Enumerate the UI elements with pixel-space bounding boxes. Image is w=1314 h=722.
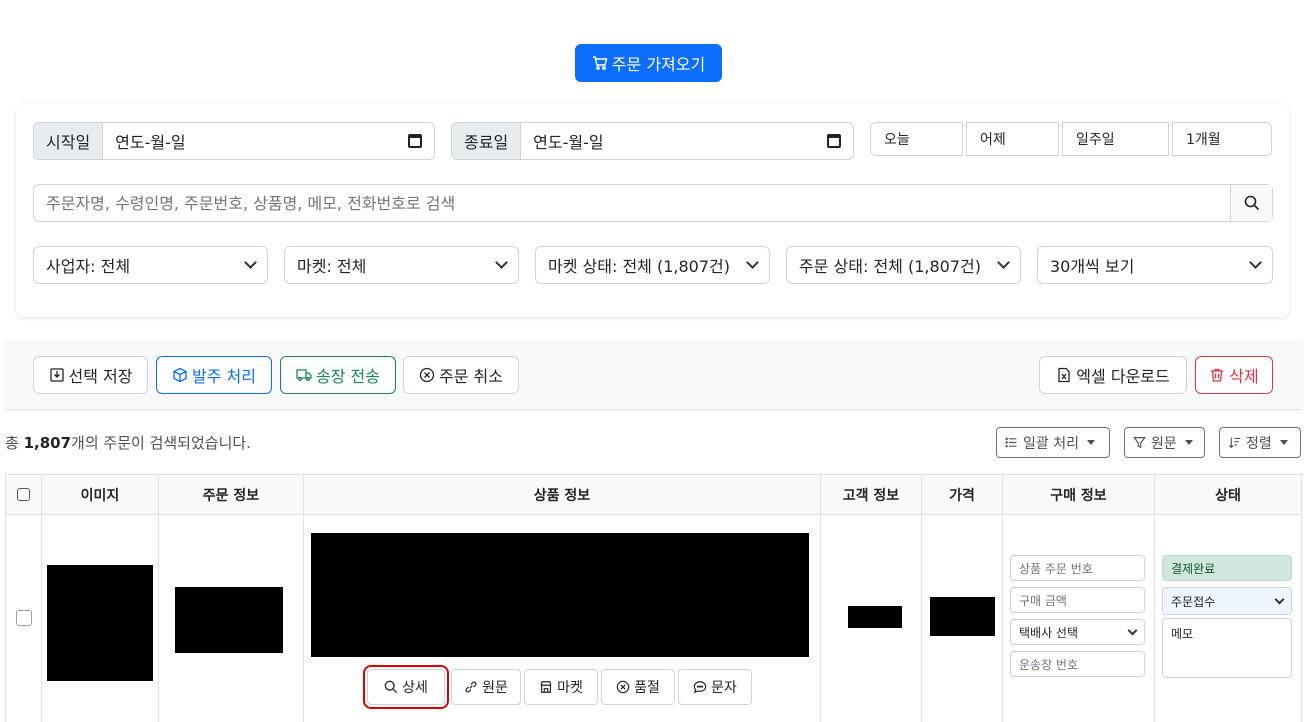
fetch-orders-label: 주문 가져오기 [611,55,706,74]
courier-select[interactable]: 택배사 선택 [1010,619,1145,645]
source-link-button[interactable]: 원문 [451,669,521,705]
start-date-label: 시작일 [34,123,104,159]
col-status: 상태 [1154,474,1302,515]
process-order-button[interactable]: 발주 처리 [156,356,272,394]
price-redacted [930,597,995,636]
download-save-icon [49,368,64,382]
calendar-icon[interactable] [827,134,841,148]
sort-icon [1228,437,1241,449]
caret-down-icon [1086,440,1095,445]
chevron-down-icon [746,256,759,269]
col-price: 가격 [921,474,1003,515]
caret-down-icon [1184,440,1193,445]
end-date-group: 종료일 연도-월-일 [451,122,854,160]
chevron-down-icon [1127,625,1138,635]
col-purchase-info: 구매 정보 [1002,474,1155,515]
truck-icon [296,369,312,382]
search-bar [33,184,1273,222]
excel-download-button[interactable]: 엑셀 다운로드 [1039,356,1187,394]
shop-icon [540,681,552,693]
end-date-input[interactable]: 연도-월-일 [521,123,853,159]
delete-button[interactable]: 삭제 [1195,356,1273,394]
caret-down-icon [1279,440,1288,445]
list-icon [1005,437,1017,448]
product-info-redacted [311,533,809,657]
x-circle-icon [419,367,435,383]
business-select[interactable]: 사업자: 전체 [33,246,268,284]
market-button[interactable]: 마켓 [524,669,598,705]
end-date-label: 종료일 [452,123,522,159]
chat-icon [693,681,707,694]
col-image: 이미지 [41,474,159,515]
purchase-amount-input[interactable]: 구매 금액 [1010,587,1145,613]
order-status-select[interactable]: 주문접수 [1162,587,1292,615]
search-icon [1244,195,1259,211]
chevron-down-icon [997,256,1010,269]
col-customer-info: 고객 정보 [820,474,922,515]
excel-file-icon [1058,367,1070,383]
chevron-down-icon [1249,256,1262,269]
payment-status-badge: 결제완료 [1162,555,1292,581]
cancel-order-button[interactable]: 주문 취소 [403,356,519,394]
bulk-action-dropdown[interactable]: 일괄 처리 [996,427,1110,458]
product-order-number-input[interactable]: 상품 주문 번호 [1010,555,1145,581]
select-all-checkbox[interactable] [17,488,30,501]
save-selected-button[interactable]: 선택 저장 [33,356,148,394]
sms-button[interactable]: 문자 [678,669,752,705]
box-icon [173,367,187,383]
cart-icon [592,56,608,70]
customer-info-redacted [848,606,902,628]
chevron-down-icon [244,256,257,269]
memo-textarea[interactable]: 메모 [1162,618,1292,678]
row-select-cell [5,514,42,722]
quick-month-button[interactable]: 1개월 [1172,122,1272,156]
row-checkbox[interactable] [15,609,32,626]
col-order-info: 주문 정보 [158,474,304,515]
start-date-group: 시작일 연도-월-일 [33,122,435,160]
sold-out-button[interactable]: 품절 [601,669,675,705]
link-icon [465,681,477,693]
page-size-select[interactable]: 30개씩 보기 [1037,246,1273,284]
col-product-info: 상품 정보 [303,474,821,515]
tracking-number-input[interactable]: 운송장 번호 [1010,651,1145,677]
chevron-down-icon [495,256,508,269]
product-image-redacted [47,565,153,681]
order-info-redacted [175,587,283,653]
quick-today-button[interactable]: 오늘 [870,122,963,156]
search-icon [384,680,398,694]
table-header-row: 이미지 주문 정보 상품 정보 고객 정보 가격 구매 정보 상태 [5,474,1302,515]
filter-icon [1133,437,1146,449]
order-status-select[interactable]: 주문 상태: 전체 (1,807건) [786,246,1021,284]
quick-week-button[interactable]: 일주일 [1062,122,1169,156]
market-select[interactable]: 마켓: 전체 [284,246,519,284]
market-status-select[interactable]: 마켓 상태: 전체 (1,807건) [535,246,770,284]
detail-button[interactable]: 상세 [363,665,449,709]
search-button[interactable] [1230,185,1272,221]
start-date-input[interactable]: 연도-월-일 [103,123,434,159]
fetch-orders-button[interactable]: 주문 가져오기 [575,44,722,82]
trash-icon [1211,368,1224,382]
send-invoice-button[interactable]: 송장 전송 [280,356,396,394]
search-input[interactable] [34,185,1230,221]
select-all-cell [5,474,42,515]
chevron-down-icon [1274,594,1285,604]
sort-dropdown[interactable]: 정렬 [1219,427,1301,458]
result-count: 총 1,807개의 주문이 검색되었습니다. [5,434,251,452]
quick-yesterday-button[interactable]: 어제 [966,122,1059,156]
x-circle-icon [616,680,630,694]
source-filter-dropdown[interactable]: 원문 [1124,427,1205,458]
calendar-icon[interactable] [408,134,422,148]
